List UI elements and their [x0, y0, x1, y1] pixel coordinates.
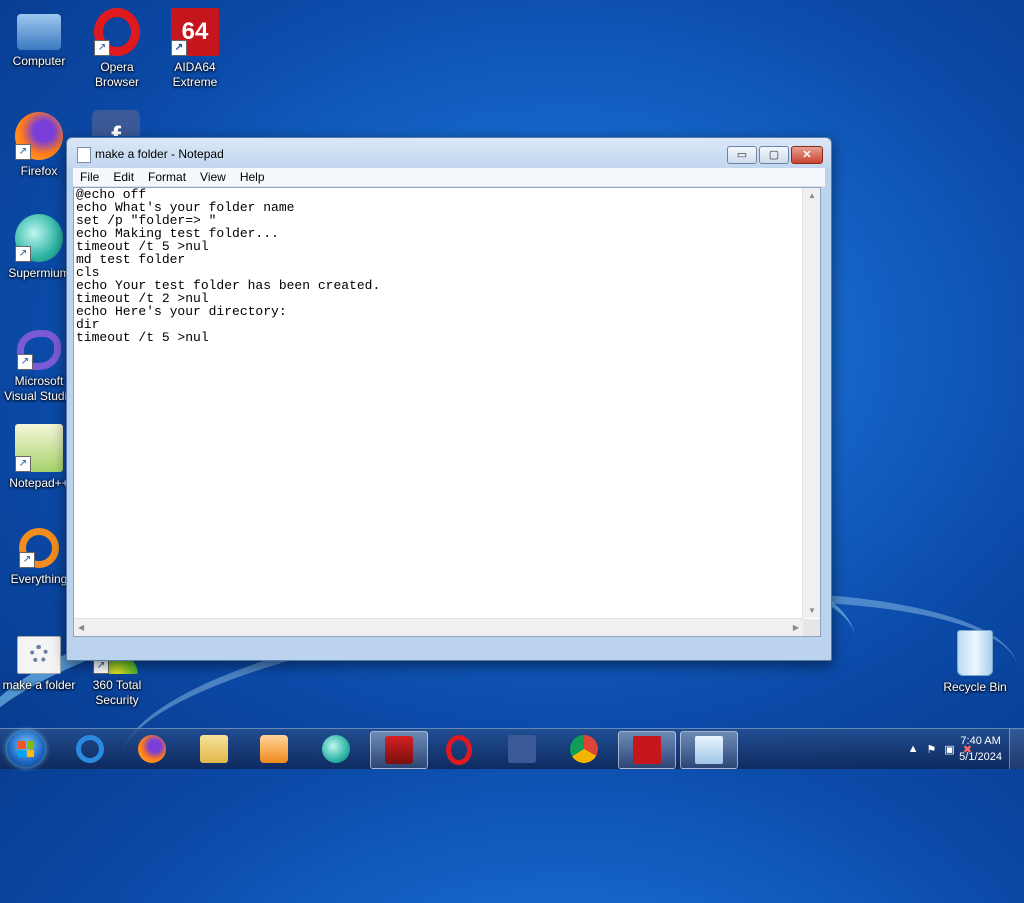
opera-icon: ↗ [94, 8, 140, 56]
aida64-icon [633, 736, 661, 764]
notepad-window[interactable]: make a folder - Notepad ▭ ▢ ✕ File Edit … [66, 137, 832, 661]
notepad-icon [695, 736, 723, 764]
taskbar-file-explorer[interactable] [186, 731, 242, 767]
taskbar: ▲ ⚑ ▣ ✖ 7:40 AM 5/1/2024 [0, 728, 1024, 769]
start-button[interactable] [7, 731, 45, 767]
minimize-button[interactable]: ▭ [727, 146, 757, 164]
taskbar-notepad[interactable] [680, 731, 738, 769]
taskbar-media-player[interactable] [246, 731, 302, 767]
action-center-flag-icon[interactable]: ⚑ [927, 743, 937, 756]
desktop-icon-computer[interactable]: Computer [0, 8, 78, 69]
show-hidden-icons-icon[interactable]: ▲ [908, 743, 919, 755]
desktop-icon-label: 360 Total Security [92, 678, 142, 707]
taskbar-facebook[interactable] [494, 731, 550, 767]
menu-help[interactable]: Help [233, 170, 272, 184]
batch-file-icon [17, 636, 61, 674]
desktop-icon-recycle-bin[interactable]: Recycle Bin [936, 630, 1014, 695]
firefox-icon [138, 735, 166, 763]
scrollbar-corner [803, 619, 820, 636]
text-editor[interactable]: @echo off echo What's your folder name s… [73, 187, 821, 637]
menu-file[interactable]: File [73, 170, 106, 184]
desktop-icon-label: Recycle Bin [943, 680, 1007, 694]
computer-icon [17, 14, 61, 50]
menu-bar: File Edit Format View Help [73, 168, 825, 187]
facebook-icon: f [92, 110, 140, 136]
visual-studio-icon: ↗ [17, 330, 61, 370]
maximize-button[interactable]: ▢ [759, 146, 789, 164]
taskbar-chrome[interactable] [556, 731, 612, 767]
desktop-icon-label: Opera Browser [94, 60, 139, 89]
taskbar-internet-explorer[interactable] [62, 731, 118, 767]
network-icon[interactable]: ▣ [944, 743, 954, 756]
desktop-icon-label: Computer [12, 54, 66, 68]
desktop-icon-label: AIDA64 Extreme [172, 60, 218, 89]
desktop-icon-opera[interactable]: ↗ Opera Browser [78, 8, 156, 90]
taskbar-supermium[interactable] [308, 731, 364, 767]
windows-logo-icon [18, 741, 34, 757]
facebook-icon [508, 735, 536, 763]
scroll-right-icon[interactable]: ▶ [793, 623, 799, 632]
close-button[interactable]: ✕ [791, 146, 823, 164]
scroll-down-icon[interactable]: ▼ [808, 606, 816, 615]
supermium-icon [322, 735, 350, 763]
media-player-icon [260, 735, 288, 763]
everything-icon: ↗ [19, 528, 59, 568]
clock-date: 5/1/2024 [959, 751, 1002, 763]
menu-view[interactable]: View [193, 170, 233, 184]
vertical-scrollbar[interactable]: ▲ ▼ [802, 188, 820, 618]
show-desktop-button[interactable] [1009, 729, 1024, 769]
horizontal-scrollbar[interactable]: ◀ ▶ [74, 618, 803, 636]
game-icon [385, 736, 413, 764]
internet-explorer-icon [76, 735, 104, 763]
clock[interactable]: 7:40 AM 5/1/2024 [959, 733, 1002, 765]
editor-content[interactable]: @echo off echo What's your folder name s… [76, 188, 806, 618]
desktop-icon-label: make a folder [2, 678, 76, 692]
recycle-bin-icon [957, 630, 993, 676]
notepadpp-icon: ↗ [15, 424, 63, 472]
taskbar-firefox[interactable] [124, 731, 180, 767]
file-explorer-icon [200, 735, 228, 763]
menu-format[interactable]: Format [141, 170, 193, 184]
taskbar-game[interactable] [370, 731, 428, 769]
notepad-titlebar[interactable]: make a folder - Notepad ▭ ▢ ✕ [67, 138, 831, 168]
desktop-icon-aida64[interactable]: 64 ↗ AIDA64 Extreme [156, 8, 234, 90]
taskbar-opera[interactable] [432, 731, 488, 767]
scroll-left-icon[interactable]: ◀ [78, 623, 84, 632]
notepad-icon [77, 147, 91, 163]
desktop-icon-facebook-partial[interactable]: f [92, 110, 140, 136]
menu-edit[interactable]: Edit [106, 170, 141, 184]
chrome-icon [570, 735, 598, 763]
aida64-icon: 64 ↗ [171, 8, 219, 56]
taskbar-aida64[interactable] [618, 731, 676, 769]
window-title: make a folder - Notepad [95, 147, 224, 161]
scroll-up-icon[interactable]: ▲ [808, 191, 816, 200]
clock-time: 7:40 AM [960, 735, 1001, 747]
firefox-icon: ↗ [15, 112, 63, 160]
supermium-icon: ↗ [15, 214, 63, 262]
opera-icon [446, 735, 472, 765]
